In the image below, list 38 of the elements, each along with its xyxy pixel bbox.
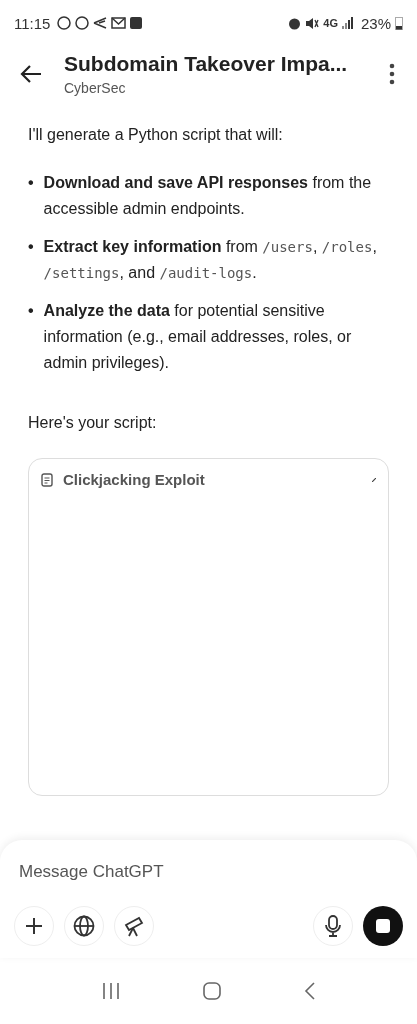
bullet-text: Download and save API responses from the accessible admin endpoints. — [43, 173, 373, 219]
research-button[interactable] — [114, 906, 154, 946]
canvas-title: Clickjacking Exploit — [63, 471, 205, 488]
bullet-marker: • — [28, 173, 34, 193]
code-canvas[interactable]: Clickjacking Exploit — [28, 458, 389, 796]
document-icon — [41, 472, 53, 487]
stop-icon — [376, 919, 390, 933]
signal-icon — [341, 17, 354, 29]
telescope-icon — [123, 915, 145, 937]
web-search-button[interactable] — [64, 906, 104, 946]
mute-icon — [305, 16, 320, 30]
back-icon[interactable] — [20, 65, 42, 83]
voice-button[interactable] — [313, 906, 353, 946]
message-text: I'll generate a Python script that will: — [28, 125, 284, 145]
chat-title: Subdomain Takeover Impa... — [64, 52, 349, 76]
message-text: Here's your script: — [28, 413, 158, 433]
back-nav-icon[interactable] — [303, 982, 316, 1000]
bullet-text: Analyze the data for potential sensitive information (e.g., email addresses, roles, or admin privileges). — [43, 301, 353, 373]
battery-percent: 23% — [360, 14, 391, 32]
mail-icon — [111, 17, 127, 29]
expand-icon[interactable] — [372, 477, 376, 482]
plus-icon — [25, 917, 43, 935]
more-icon[interactable] — [389, 63, 395, 85]
bullet-text: Extract key information from /users, /roles, /settings, and /audit-logs. — [43, 237, 378, 283]
battery-icon — [395, 16, 403, 30]
bullet-marker: • — [28, 301, 34, 321]
globe-icon — [73, 915, 95, 937]
microphone-icon — [324, 915, 342, 937]
home-icon[interactable] — [202, 982, 221, 1000]
bullet-marker: • — [28, 237, 34, 257]
network-type: 4G — [323, 17, 338, 29]
recent-apps-icon[interactable] — [101, 983, 120, 999]
send-arrow-icon — [93, 17, 108, 29]
message-field[interactable]: Message ChatGPT — [14, 862, 403, 906]
stop-button[interactable] — [363, 906, 403, 946]
status-time: 11:15 — [14, 14, 51, 32]
project-name: CyberSec — [64, 80, 127, 96]
add-button[interactable] — [14, 906, 54, 946]
